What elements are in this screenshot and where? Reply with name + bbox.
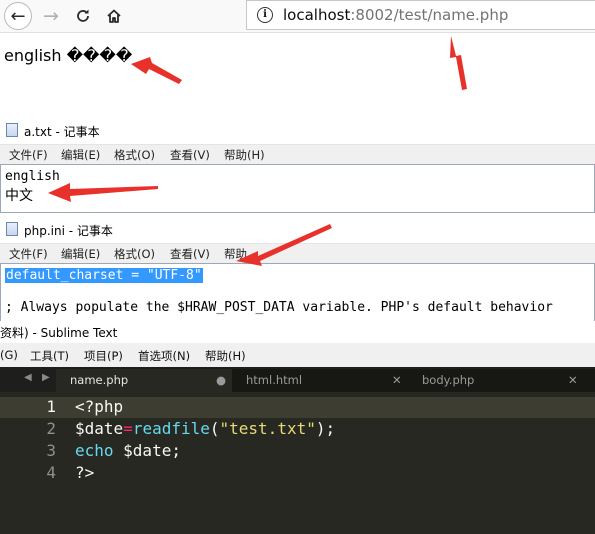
annotation-arrow [131,57,182,84]
annotation-arrow [236,224,332,266]
annotation-overlay [48,36,467,266]
annotation-arrow [48,183,158,202]
annotation-arrow [450,36,467,90]
